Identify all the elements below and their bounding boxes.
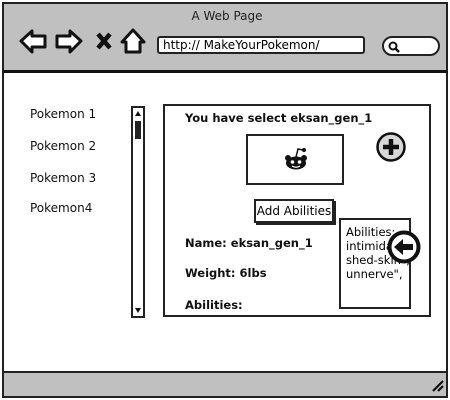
list-item[interactable]: Pokemon4 bbox=[30, 201, 92, 215]
stop-icon[interactable] bbox=[96, 32, 112, 50]
list-item[interactable]: Pokemon 2 bbox=[30, 139, 96, 153]
abilities-label: Abilities: bbox=[185, 298, 243, 312]
search-icon bbox=[388, 41, 400, 53]
scroll-thumb[interactable] bbox=[135, 121, 141, 139]
add-abilities-button[interactable]: Add Abilities bbox=[254, 199, 334, 223]
list-item[interactable]: Pokemon 3 bbox=[30, 171, 96, 185]
forward-icon[interactable] bbox=[55, 29, 83, 54]
add-circle-icon[interactable] bbox=[376, 132, 408, 164]
pokemon-image bbox=[246, 134, 344, 185]
back-arrow-circle-icon[interactable] bbox=[387, 230, 423, 266]
window-title: A Web Page bbox=[191, 9, 263, 23]
pokemon-weight: Weight: 6lbs bbox=[185, 266, 267, 280]
browser-toolbar: A Web Page http:// MakeYourPokemon/ bbox=[2, 2, 448, 73]
scrollbar[interactable] bbox=[131, 106, 145, 318]
reddit-alien-icon bbox=[285, 148, 307, 170]
nav-icons bbox=[19, 28, 146, 54]
search-field[interactable] bbox=[382, 36, 440, 56]
status-bar bbox=[2, 371, 448, 398]
scroll-down-icon[interactable] bbox=[134, 307, 142, 315]
home-icon[interactable] bbox=[120, 28, 146, 54]
url-field[interactable]: http:// MakeYourPokemon/ bbox=[157, 36, 365, 54]
popup-line: unnerve", bbox=[346, 267, 403, 281]
scroll-up-icon[interactable] bbox=[134, 109, 142, 117]
list-item[interactable]: Pokemon 1 bbox=[30, 107, 96, 121]
resize-grip-icon[interactable] bbox=[430, 378, 444, 392]
back-icon[interactable] bbox=[19, 29, 47, 54]
pokemon-name: Name: eksan_gen_1 bbox=[185, 236, 313, 250]
selection-heading: You have select eksan_gen_1 bbox=[185, 111, 373, 125]
